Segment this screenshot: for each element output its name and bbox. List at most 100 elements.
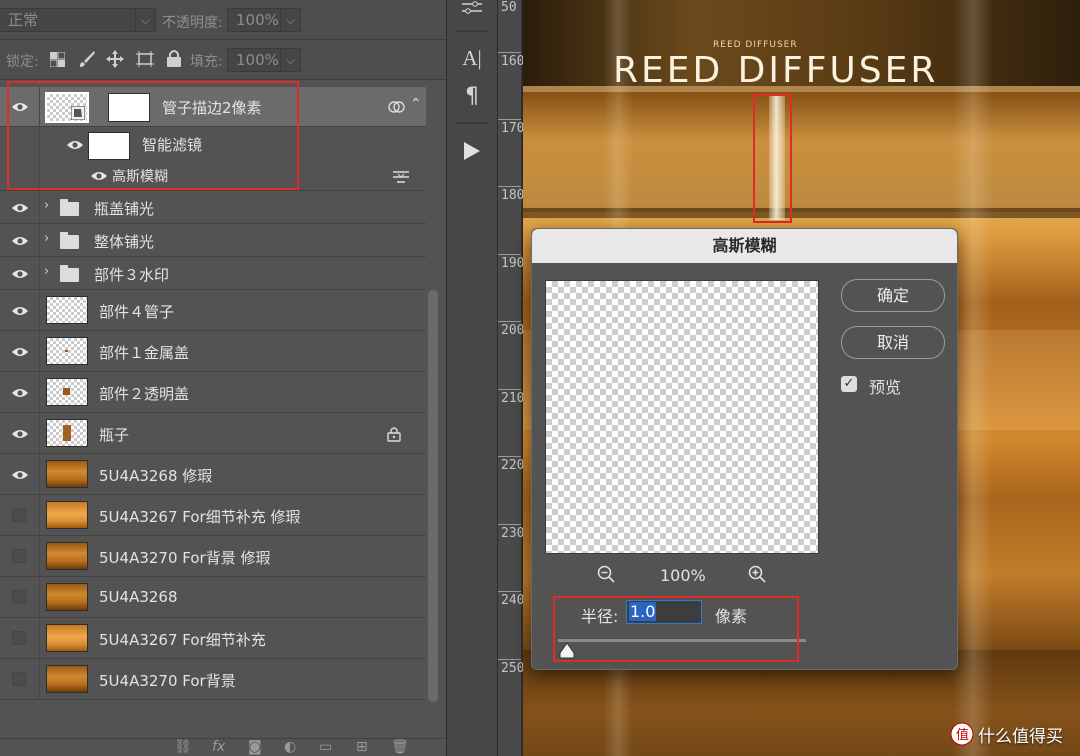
layer-name: 5U4A3267 For细节补充 — [99, 631, 266, 649]
cancel-button[interactable]: 取消 — [841, 326, 945, 359]
layer-thumbnail — [46, 542, 88, 570]
highlight-box-layers — [7, 81, 299, 190]
layer-name: 5U4A3268 — [99, 588, 178, 606]
trash-icon[interactable]: 🗑 — [391, 739, 409, 755]
layer-thumbnail — [46, 460, 88, 488]
layer-name: 5U4A3267 For细节补充 修瑕 — [99, 508, 301, 526]
layer-name: 瓶子 — [99, 426, 130, 444]
brand-text-large: REED DIFFUSER — [613, 50, 939, 91]
layer-row[interactable]: 瓶子 — [0, 413, 426, 454]
folder-icon[interactable]: ▭ — [319, 739, 332, 755]
visibility-checkbox[interactable] — [12, 672, 26, 686]
ruler-label: 50 — [501, 0, 517, 15]
chevron-down-icon: ⌵ — [280, 9, 300, 31]
visibility-checkbox[interactable] — [12, 508, 26, 522]
adjustment-icon[interactable]: ◐ — [284, 739, 296, 755]
artboard-lock-icon[interactable] — [135, 49, 155, 69]
lock-all-icon[interactable] — [166, 49, 182, 68]
opacity-field[interactable]: 100% ⌵ — [227, 8, 301, 32]
ruler-label: 250 — [501, 661, 525, 676]
link-icon[interactable]: ⛓ — [174, 739, 192, 755]
eye-icon[interactable] — [11, 235, 29, 247]
zoom-out-icon[interactable] — [597, 565, 615, 583]
new-layer-icon[interactable]: ⊞ — [356, 739, 368, 755]
mask-icon[interactable]: ◙ — [248, 739, 262, 755]
eye-icon[interactable] — [11, 305, 29, 317]
layer-name: 5U4A3270 For背景 — [99, 672, 236, 690]
layer-row[interactable]: 5U4A3268 修瑕 — [0, 454, 426, 495]
layer-name: 部件１金属盖 — [99, 344, 190, 362]
smart-filter-icon[interactable] — [388, 99, 405, 115]
layer-row[interactable]: 5U4A3267 For细节补充 修瑕 — [0, 495, 426, 536]
layer-thumbnail — [46, 501, 88, 529]
move-icon[interactable] — [105, 49, 125, 69]
layers-scrollbar[interactable] — [428, 290, 438, 702]
character-panel-icon[interactable]: A| — [447, 46, 497, 71]
eye-icon[interactable] — [11, 469, 29, 481]
layer-name: 5U4A3270 For背景 修瑕 — [99, 549, 271, 567]
ruler-label: 240 — [501, 593, 525, 608]
folder-icon — [60, 199, 79, 216]
layer-row[interactable]: 5U4A3270 For背景 修瑕 — [0, 536, 426, 577]
visibility-checkbox[interactable] — [12, 590, 26, 604]
svg-text:值: 值 — [956, 727, 969, 743]
blend-mode-select[interactable]: 正常 ⌵ — [0, 8, 156, 32]
adjustments-icon[interactable] — [460, 0, 484, 16]
dialog-title: 高斯模糊 — [532, 229, 957, 263]
paragraph-panel-icon[interactable]: ¶ — [447, 84, 497, 109]
tool-strip: A| ¶ — [446, 0, 498, 756]
lock-icon — [387, 427, 401, 442]
ok-button[interactable]: 确定 — [841, 279, 945, 312]
watermark-text: 什么值得买 — [978, 727, 1063, 747]
opacity-value: 100% — [236, 11, 279, 29]
layer-name: 瓶盖铺光 — [94, 200, 155, 218]
chevron-down-icon: ⌵ — [280, 49, 300, 71]
eye-icon[interactable] — [11, 202, 29, 214]
layer-thumbnail — [46, 378, 88, 406]
layer-thumbnail — [46, 337, 88, 365]
layer-row[interactable]: 5U4A3270 For背景 — [0, 659, 426, 700]
layer-name: 部件２透明盖 — [99, 385, 190, 403]
layer-row[interactable]: 部件４管子 — [0, 290, 426, 331]
highlight-box-tube — [753, 94, 792, 223]
layer-row[interactable]: 5U4A3267 For细节补充 — [0, 618, 426, 659]
layer-name: 整体铺光 — [94, 233, 155, 251]
visibility-checkbox[interactable] — [12, 631, 26, 645]
ruler-label: 200 — [501, 323, 525, 338]
eye-icon[interactable] — [11, 268, 29, 280]
expand-arrow-icon[interactable]: › — [44, 264, 49, 279]
chevron-down-icon: ⌵ — [135, 9, 155, 31]
zoom-in-icon[interactable] — [748, 565, 766, 583]
play-actions-icon[interactable] — [462, 140, 482, 162]
layer-row[interactable]: 部件２透明盖 — [0, 372, 426, 413]
layers-panel: 正常 ⌵ 不透明度: 100% ⌵ 锁定: 填充: 100% ⌵ 管子描边2像素… — [0, 0, 446, 756]
layer-row-group[interactable]: › 整体铺光 — [0, 224, 426, 257]
layer-row[interactable]: 5U4A3268 — [0, 577, 426, 618]
layer-thumbnail — [46, 296, 88, 324]
fill-field[interactable]: 100% ⌵ — [227, 48, 301, 72]
expand-arrow-icon[interactable]: › — [44, 231, 49, 246]
collapse-chevron-icon[interactable]: ⌃ — [410, 96, 422, 112]
eye-icon[interactable] — [11, 346, 29, 358]
expand-arrow-icon[interactable]: › — [44, 198, 49, 213]
watermark-logo-icon: 值 — [950, 722, 974, 746]
eye-icon[interactable] — [11, 387, 29, 399]
fx-icon[interactable]: fx — [212, 739, 225, 755]
ruler-label: 160 — [501, 54, 525, 69]
layer-row[interactable]: 部件１金属盖 — [0, 331, 426, 372]
ruler-label: 180 — [501, 188, 525, 203]
opacity-label: 不透明度: — [162, 15, 223, 31]
brand-text-small: REED DIFFUSER — [713, 40, 798, 50]
lock-transparent-pixels-icon[interactable] — [50, 52, 65, 67]
gaussian-blur-dialog: 高斯模糊 确定 取消 ✓ 预览 100% 半径: 1.0 像素 — [531, 228, 958, 670]
ruler-label: 190 — [501, 256, 525, 271]
layer-row-group[interactable]: › 部件３水印 — [0, 257, 426, 290]
layer-thumbnail — [46, 665, 88, 693]
filter-blending-options-icon[interactable] — [392, 170, 410, 184]
visibility-checkbox[interactable] — [12, 549, 26, 563]
layer-row-group[interactable]: › 瓶盖铺光 — [0, 191, 426, 224]
brush-icon[interactable] — [78, 50, 96, 68]
filter-preview[interactable] — [545, 280, 819, 554]
eye-icon[interactable] — [11, 428, 29, 440]
preview-checkbox[interactable]: ✓ — [841, 376, 857, 392]
